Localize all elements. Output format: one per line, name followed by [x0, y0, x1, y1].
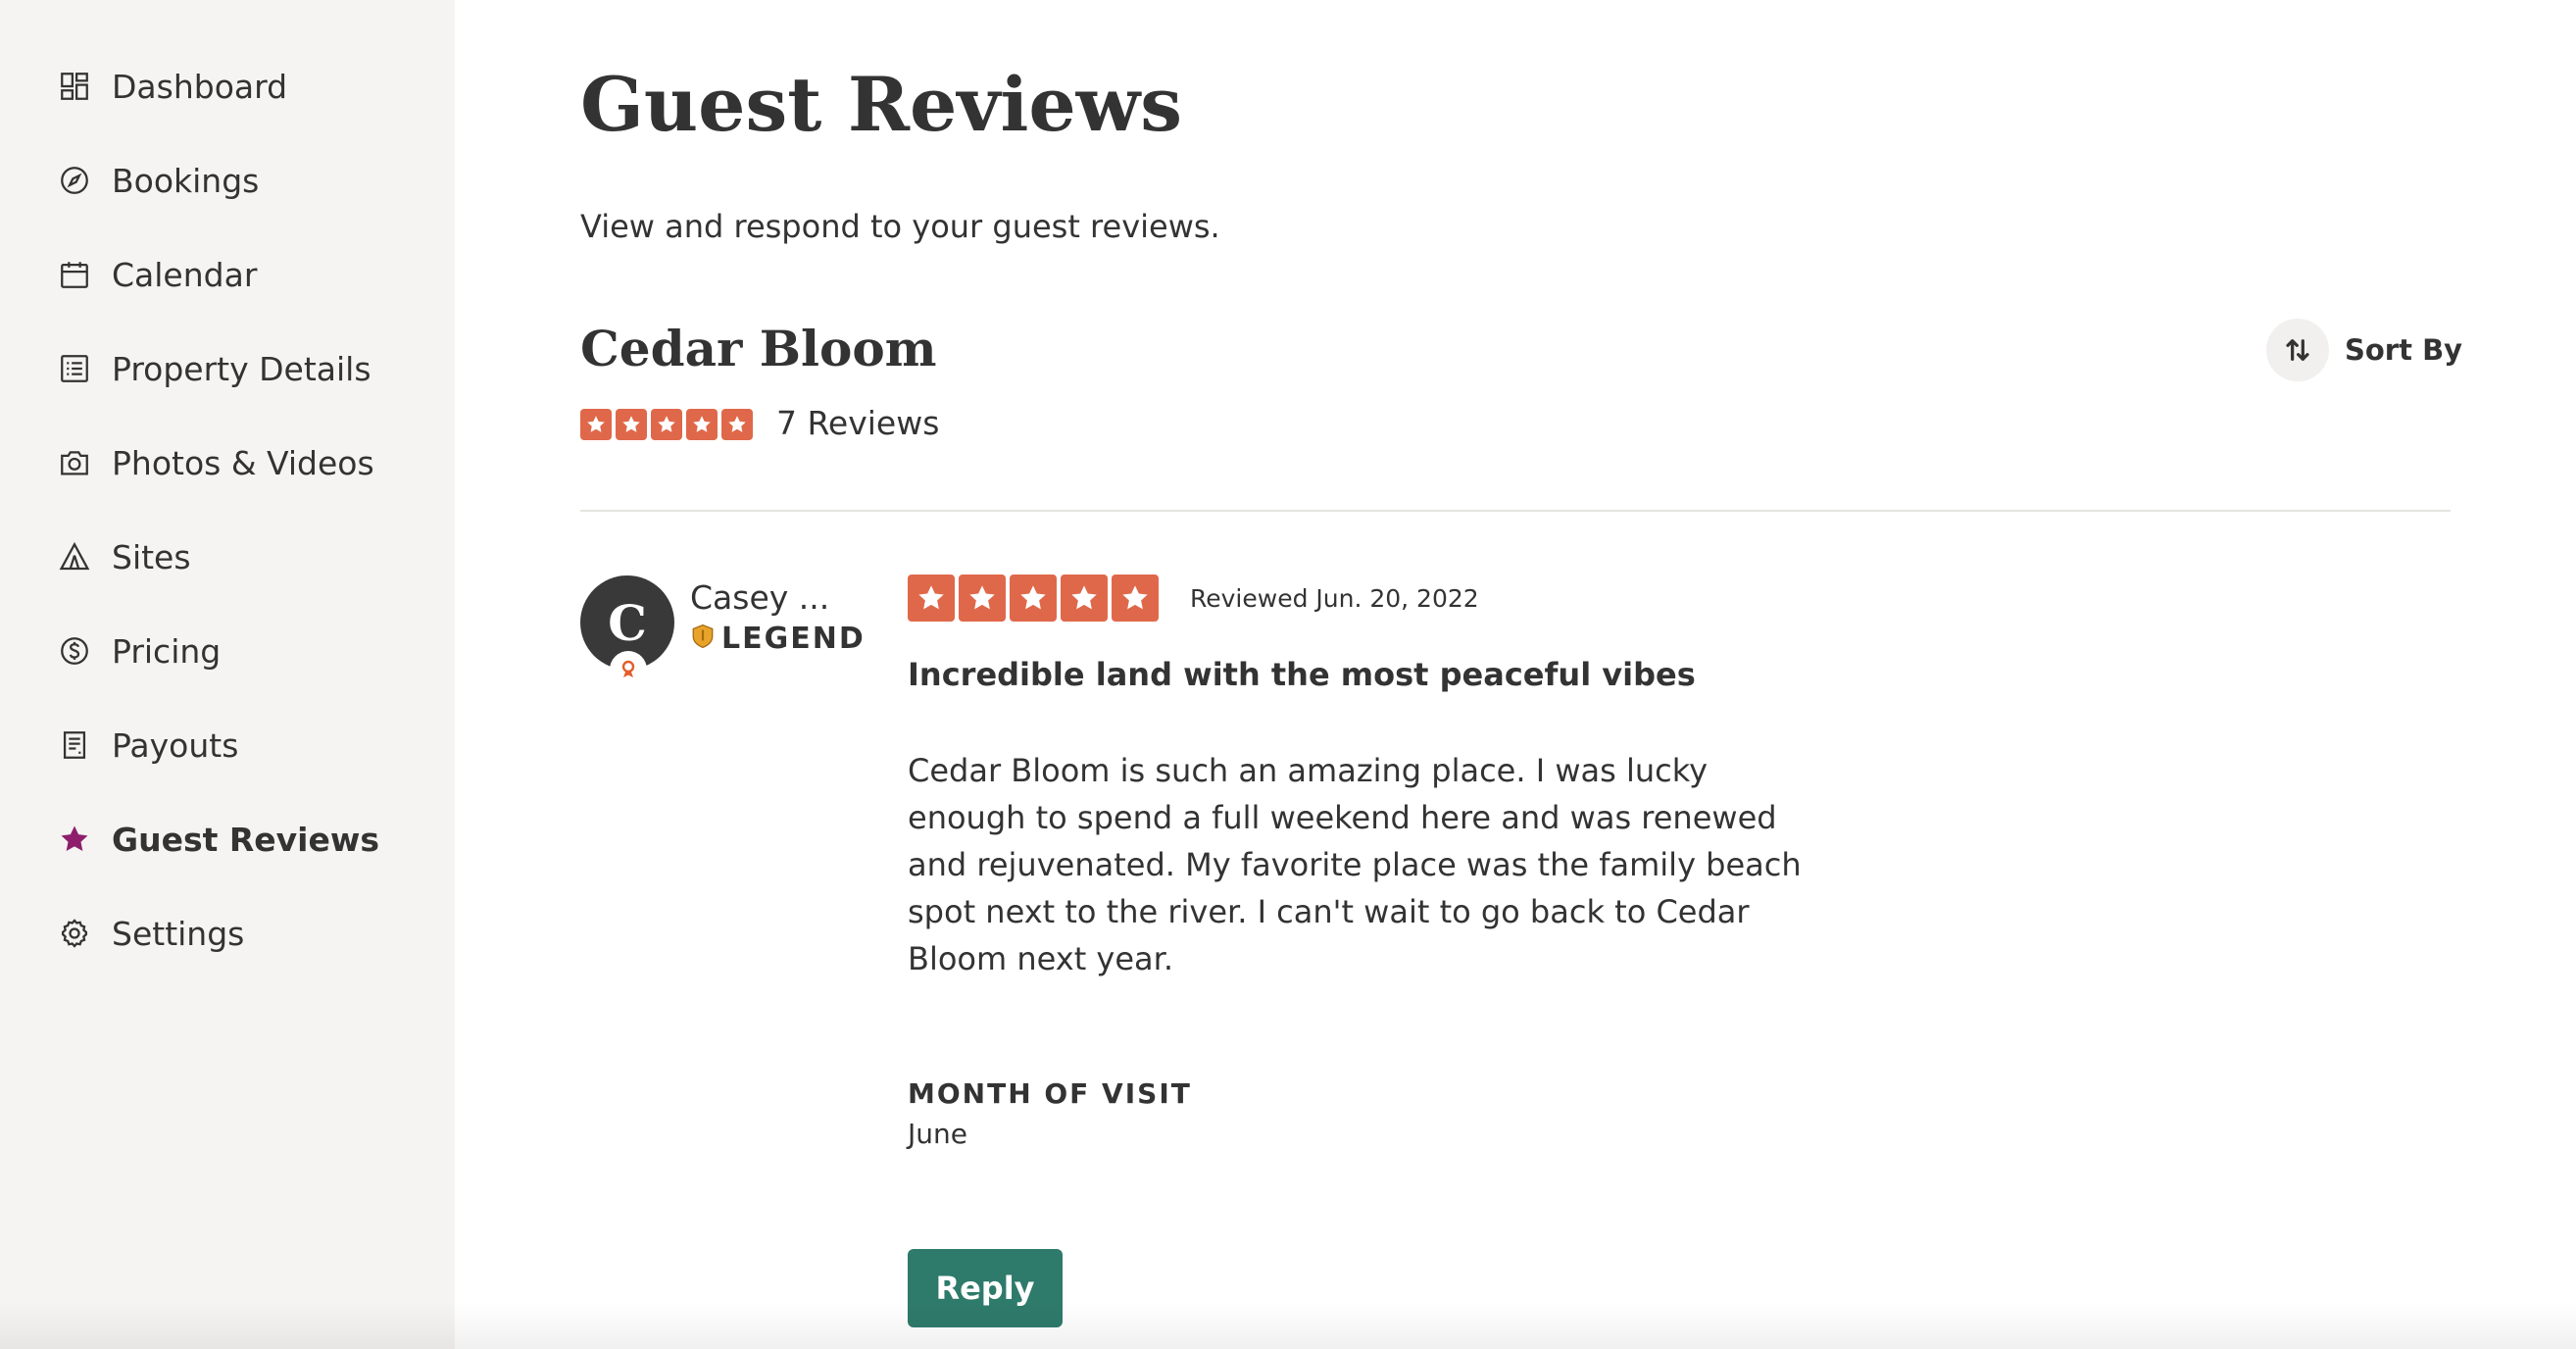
divider: [580, 510, 2451, 512]
review-rating-stars: [908, 575, 1159, 622]
star-icon: [651, 409, 682, 440]
sidebar-item-label: Pricing: [112, 631, 222, 671]
sidebar-item-label: Guest Reviews: [112, 820, 379, 859]
compass-icon: [57, 163, 92, 198]
review-body: Cedar Bloom is such an amazing place. I …: [908, 752, 1802, 977]
sidebar-item-bookings[interactable]: Bookings: [57, 151, 259, 210]
sidebar-item-payouts[interactable]: Payouts: [57, 716, 238, 774]
legend-shield-icon: [690, 621, 716, 656]
dashboard-icon: [57, 69, 92, 104]
receipt-icon: [57, 727, 92, 763]
sidebar-item-pricing[interactable]: Pricing: [57, 622, 221, 680]
star-icon: [959, 575, 1006, 622]
avatar-initial: C: [608, 593, 647, 652]
month-of-visit-value: June: [908, 1118, 967, 1150]
star-icon: [1061, 575, 1108, 622]
main-content: Guest Reviews View and respond to your g…: [455, 0, 2576, 1349]
sidebar-item-guest-reviews[interactable]: Guest Reviews: [57, 810, 379, 869]
camper-badge-icon: [610, 651, 647, 688]
star-icon: [57, 822, 92, 857]
sidebar-item-dashboard[interactable]: Dashboard: [57, 57, 287, 116]
star-icon: [721, 409, 753, 440]
property-rating-stars: [580, 409, 753, 440]
sort-by-label: Sort By: [2345, 333, 2463, 367]
list-icon: [57, 351, 92, 386]
tent-icon: [57, 539, 92, 575]
reply-button[interactable]: Reply: [908, 1249, 1063, 1327]
sidebar-item-label: Bookings: [112, 161, 260, 200]
sidebar: Dashboard Bookings Calendar Property Det…: [0, 0, 455, 1349]
sidebar-item-label: Settings: [112, 914, 245, 953]
star-icon: [616, 409, 647, 440]
star-icon: [908, 575, 955, 622]
review-date: Reviewed Jun. 20, 2022: [1190, 584, 1479, 613]
calendar-icon: [57, 257, 92, 292]
sidebar-item-property-details[interactable]: Property Details: [57, 339, 372, 398]
sidebar-item-label: Payouts: [112, 725, 239, 765]
sidebar-item-label: Calendar: [112, 255, 258, 294]
sort-by-button[interactable]: Sort By: [2266, 319, 2462, 381]
sidebar-item-label: Sites: [112, 537, 191, 576]
sidebar-item-label: Dashboard: [112, 67, 288, 106]
star-icon: [580, 409, 612, 440]
sidebar-item-settings[interactable]: Settings: [57, 904, 244, 963]
star-icon: [1112, 575, 1159, 622]
dollar-icon: [57, 633, 92, 669]
gear-icon: [57, 916, 92, 951]
reviewer-name: Casey ...: [690, 578, 830, 617]
star-icon: [686, 409, 718, 440]
review-title: Incredible land with the most peaceful v…: [908, 656, 1696, 693]
sidebar-item-calendar[interactable]: Calendar: [57, 245, 257, 304]
month-of-visit-label: MONTH OF VISIT: [908, 1077, 1192, 1110]
page-title: Guest Reviews: [580, 61, 1182, 148]
legend-label: LEGEND: [721, 621, 866, 656]
star-icon: [1010, 575, 1057, 622]
sidebar-item-photos-videos[interactable]: Photos & Videos: [57, 433, 374, 492]
review-count: 7 Reviews: [776, 404, 940, 442]
sort-icon: [2266, 319, 2329, 381]
property-name: Cedar Bloom: [580, 320, 937, 377]
sidebar-item-label: Property Details: [112, 349, 372, 388]
legend-badge: LEGEND: [690, 621, 866, 656]
camera-icon: [57, 445, 92, 480]
page-subtitle: View and respond to your guest reviews.: [580, 208, 1220, 245]
sidebar-item-sites[interactable]: Sites: [57, 527, 191, 586]
sidebar-item-label: Photos & Videos: [112, 443, 374, 482]
